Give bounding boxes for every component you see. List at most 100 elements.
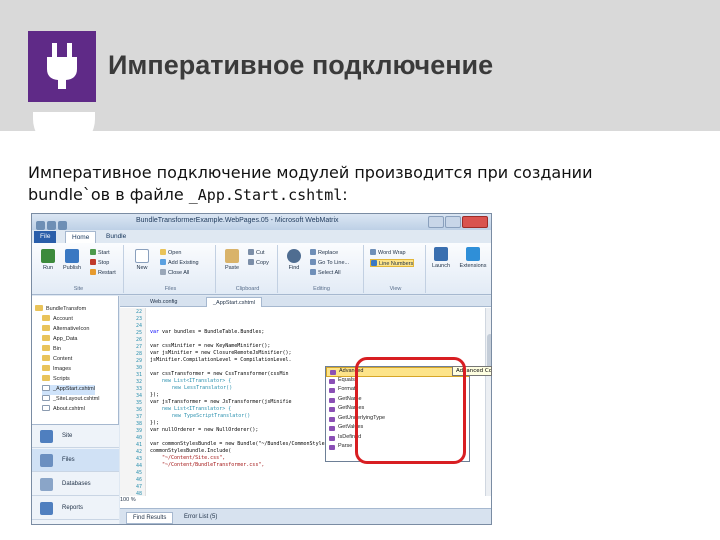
workspace-reports[interactable]: Reports bbox=[32, 497, 119, 520]
close-button[interactable] bbox=[462, 216, 488, 228]
workspace-files[interactable]: Files bbox=[32, 449, 119, 472]
redo-icon[interactable] bbox=[58, 221, 67, 230]
workspace-label: Files bbox=[62, 457, 75, 463]
files-icon bbox=[40, 454, 53, 467]
code-line: var jsTransformer = new JsTransformer(js… bbox=[150, 399, 291, 405]
maximize-button[interactable] bbox=[445, 216, 461, 228]
copy-button[interactable]: Copy bbox=[248, 259, 269, 267]
quick-access-toolbar bbox=[36, 217, 106, 230]
code-line: new LessTranslator() bbox=[172, 385, 232, 391]
tree-item[interactable]: Images bbox=[42, 365, 71, 375]
method-icon bbox=[329, 407, 335, 412]
tree-item[interactable]: AlternativeIcon bbox=[42, 325, 89, 335]
line-number: 34 bbox=[135, 393, 142, 399]
tree-root-label: BundleTransfom bbox=[46, 306, 87, 312]
line-number-gutter: 22 23 24 25 26 27 28 29 30 31 32 33 34 3… bbox=[120, 308, 146, 497]
open-label: Open bbox=[168, 250, 182, 256]
tab-find-results[interactable]: Find Results bbox=[126, 512, 174, 524]
start-button[interactable]: Start bbox=[90, 249, 110, 257]
workspace-databases[interactable]: Databases bbox=[32, 473, 119, 496]
file-tree-panel: BundleTransfom Account AlternativeIcon A… bbox=[32, 296, 119, 524]
line-number: 26 bbox=[135, 337, 142, 343]
launch-button[interactable]: Launch bbox=[428, 247, 454, 269]
folder-icon bbox=[42, 365, 50, 371]
group-editing-label: Editing bbox=[313, 286, 330, 292]
method-icon bbox=[330, 370, 336, 375]
code-text: new LessTranslator() bbox=[172, 385, 233, 391]
tree-item-label: App_Data bbox=[53, 336, 78, 342]
window-controls bbox=[427, 215, 488, 228]
line-number: 27 bbox=[135, 344, 142, 350]
tree-item[interactable]: _SiteLayout.cshtml bbox=[42, 395, 99, 405]
tree-item[interactable]: Content bbox=[42, 355, 72, 365]
tab-appstart[interactable]: _AppStart.cshtml bbox=[206, 297, 262, 307]
tree-item[interactable]: Scripts bbox=[42, 375, 70, 385]
tab-error-list[interactable]: Error List (5) bbox=[178, 512, 223, 522]
restart-button[interactable]: Restart bbox=[90, 269, 116, 277]
tab-bundle[interactable]: Bundle bbox=[100, 231, 132, 243]
line-number: 31 bbox=[135, 372, 142, 378]
tab-home[interactable]: Home bbox=[65, 231, 97, 243]
tab-file[interactable]: File bbox=[34, 231, 57, 243]
tree-root[interactable]: BundleTransfom bbox=[35, 305, 86, 315]
code-text: var jsMinifier = new ClosureRemoteJsMini… bbox=[150, 350, 292, 356]
find-button[interactable]: Find bbox=[284, 249, 304, 271]
code-text: commonStylesBundle.Include( bbox=[150, 448, 232, 454]
method-icon bbox=[329, 435, 335, 441]
line-number: 42 bbox=[135, 449, 142, 455]
tree-item-selected[interactable]: _AppStart.cshtml bbox=[42, 385, 95, 395]
goto-line-button[interactable]: Go To Line... bbox=[310, 259, 349, 267]
add-existing-label: Add Existing bbox=[168, 260, 199, 266]
line-number: 41 bbox=[135, 442, 142, 448]
undo-icon[interactable] bbox=[47, 221, 56, 230]
line-number: 24 bbox=[135, 323, 142, 329]
zoom-level[interactable]: 100 % bbox=[120, 497, 136, 503]
tree-item[interactable]: Bin bbox=[42, 345, 61, 355]
open-button[interactable]: Open bbox=[160, 249, 181, 257]
workspace-label: Reports bbox=[62, 505, 84, 511]
stop-button[interactable]: Stop bbox=[90, 259, 109, 267]
select-all-button[interactable]: Select All bbox=[310, 269, 341, 277]
new-button[interactable]: New bbox=[132, 249, 152, 271]
extensions-button[interactable]: Extensions bbox=[458, 247, 488, 269]
scissors-icon bbox=[248, 249, 254, 255]
ribbon-group-files: New Open Add Existing Close All Files bbox=[126, 245, 216, 293]
code-line: }); bbox=[150, 420, 159, 426]
paste-button[interactable]: Paste bbox=[222, 249, 242, 271]
close-all-button[interactable]: Close All bbox=[160, 269, 189, 277]
cut-button[interactable]: Cut bbox=[248, 249, 265, 257]
code-text: var cssMinifier = new KeyNameMinifier(); bbox=[150, 343, 271, 349]
tree-item[interactable]: App_Data bbox=[42, 335, 77, 345]
group-files-label: Files bbox=[164, 286, 177, 292]
line-numbers-button[interactable]: Line Numbers bbox=[370, 259, 415, 267]
folder-icon bbox=[42, 355, 50, 361]
group-view-label: View bbox=[389, 286, 402, 292]
minimize-button[interactable] bbox=[428, 216, 444, 228]
method-icon bbox=[329, 397, 335, 403]
code-line: new TypeScriptTranslator() bbox=[172, 413, 250, 419]
method-icon bbox=[329, 426, 335, 431]
bottom-panel-tabs: Find Results Error List (5) bbox=[120, 508, 491, 524]
code-line: var var bundles = BundleTable.Bundles; bbox=[150, 329, 264, 335]
tree-item-label: _SiteLayout.cshtml bbox=[53, 396, 100, 402]
publish-button[interactable]: Publish bbox=[62, 249, 82, 271]
add-existing-button[interactable]: Add Existing bbox=[160, 259, 199, 267]
site-icon bbox=[40, 430, 53, 443]
line-number: 37 bbox=[135, 414, 142, 420]
select-all-label: Select All bbox=[318, 270, 341, 276]
code-line: }); bbox=[150, 392, 159, 398]
vertical-scrollbar[interactable] bbox=[485, 308, 491, 496]
run-label: Run bbox=[42, 265, 54, 271]
line-number: 40 bbox=[135, 435, 142, 441]
tree-item[interactable]: Account bbox=[42, 315, 73, 325]
run-button[interactable]: Run bbox=[38, 249, 58, 271]
tree-item[interactable]: About.cshtml bbox=[42, 405, 85, 415]
workspace-site[interactable]: Site bbox=[32, 425, 119, 448]
tree-item-label: Content bbox=[53, 356, 73, 362]
body-line-2-suffix: : bbox=[342, 185, 348, 204]
replace-button[interactable]: Replace bbox=[310, 249, 338, 257]
extensions-label: Extensions bbox=[459, 263, 487, 269]
word-wrap-button[interactable]: Word Wrap bbox=[370, 249, 406, 257]
save-icon[interactable] bbox=[36, 221, 45, 230]
tab-web-config[interactable]: Web.config bbox=[144, 297, 183, 307]
